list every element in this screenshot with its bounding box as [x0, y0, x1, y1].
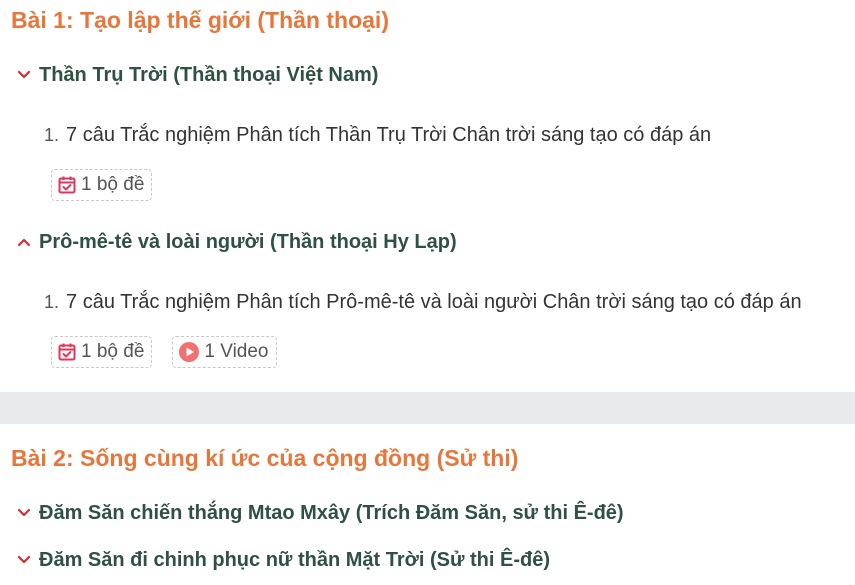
lesson-link[interactable]: 7 câu Trắc nghiệm Phân tích Prô-mê-tê và…	[66, 291, 802, 314]
topic-title: Prô-mê-tê và loài người (Thần thoại Hy L…	[39, 231, 457, 253]
quiz-set-badge[interactable]: 1 bộ đề	[51, 336, 153, 368]
video-badge[interactable]: 1 Video	[172, 336, 277, 368]
section-1: Bài 1: Tạo lập thế giới (Thần thoại)	[0, 5, 389, 35]
chevron-down-icon	[14, 550, 34, 570]
section-title: Bài 1: Tạo lập thế giới (Thần thoại)	[11, 7, 389, 33]
lesson-number: 1.	[44, 292, 60, 312]
lesson-number: 1.	[44, 125, 60, 145]
topic-toggle-dam-san-mtao-mxay[interactable]: Đăm Săn chiến thắng Mtao Mxây (Trích Đăm…	[11, 500, 624, 526]
play-circle-icon	[179, 342, 200, 362]
chevron-up-icon	[14, 232, 34, 252]
badge-label: 1 bộ đề	[81, 174, 145, 195]
badge-row: 1 bộ đề	[11, 169, 172, 201]
topic-toggle-than-tru-troi[interactable]: Thần Trụ Trời (Thần thoại Việt Nam)	[11, 62, 378, 88]
topic-title: Đăm Săn đi chinh phục nữ thần Mặt Trời (…	[39, 549, 550, 571]
topic-toggle-dam-san-mat-troi[interactable]: Đăm Săn đi chinh phục nữ thần Mặt Trời (…	[11, 547, 550, 573]
lesson-link[interactable]: 7 câu Trắc nghiệm Phân tích Thần Trụ Trờ…	[66, 124, 711, 147]
calendar-check-icon	[58, 343, 76, 361]
section-title: Bài 2: Sống cùng kí ức của cộng đồng (Sử…	[11, 445, 519, 471]
topic-toggle-pro-me-te[interactable]: Prô-mê-tê và loài người (Thần thoại Hy L…	[11, 229, 457, 255]
badge-label: 1 Video	[204, 341, 269, 362]
lesson-item: 1. 7 câu Trắc nghiệm Phân tích Prô-mê-tê…	[11, 291, 802, 314]
badge-row: 1 bộ đề 1 Video	[11, 336, 297, 368]
topic-title: Thần Trụ Trời (Thần thoại Việt Nam)	[39, 64, 379, 86]
lesson-item: 1. 7 câu Trắc nghiệm Phân tích Thần Trụ …	[11, 124, 711, 147]
topic-title: Đăm Săn chiến thắng Mtao Mxây (Trích Đăm…	[39, 502, 624, 524]
quiz-set-badge[interactable]: 1 bộ đề	[51, 169, 153, 201]
calendar-check-icon	[58, 176, 76, 194]
course-outline: Bài 1: Tạo lập thế giới (Thần thoại) Thầ…	[0, 0, 855, 585]
chevron-down-icon	[14, 503, 34, 523]
badge-label: 1 bộ đề	[81, 341, 145, 362]
section-divider	[0, 392, 855, 424]
section-2: Bài 2: Sống cùng kí ức của cộng đồng (Sử…	[0, 443, 518, 473]
chevron-down-icon	[14, 65, 34, 85]
